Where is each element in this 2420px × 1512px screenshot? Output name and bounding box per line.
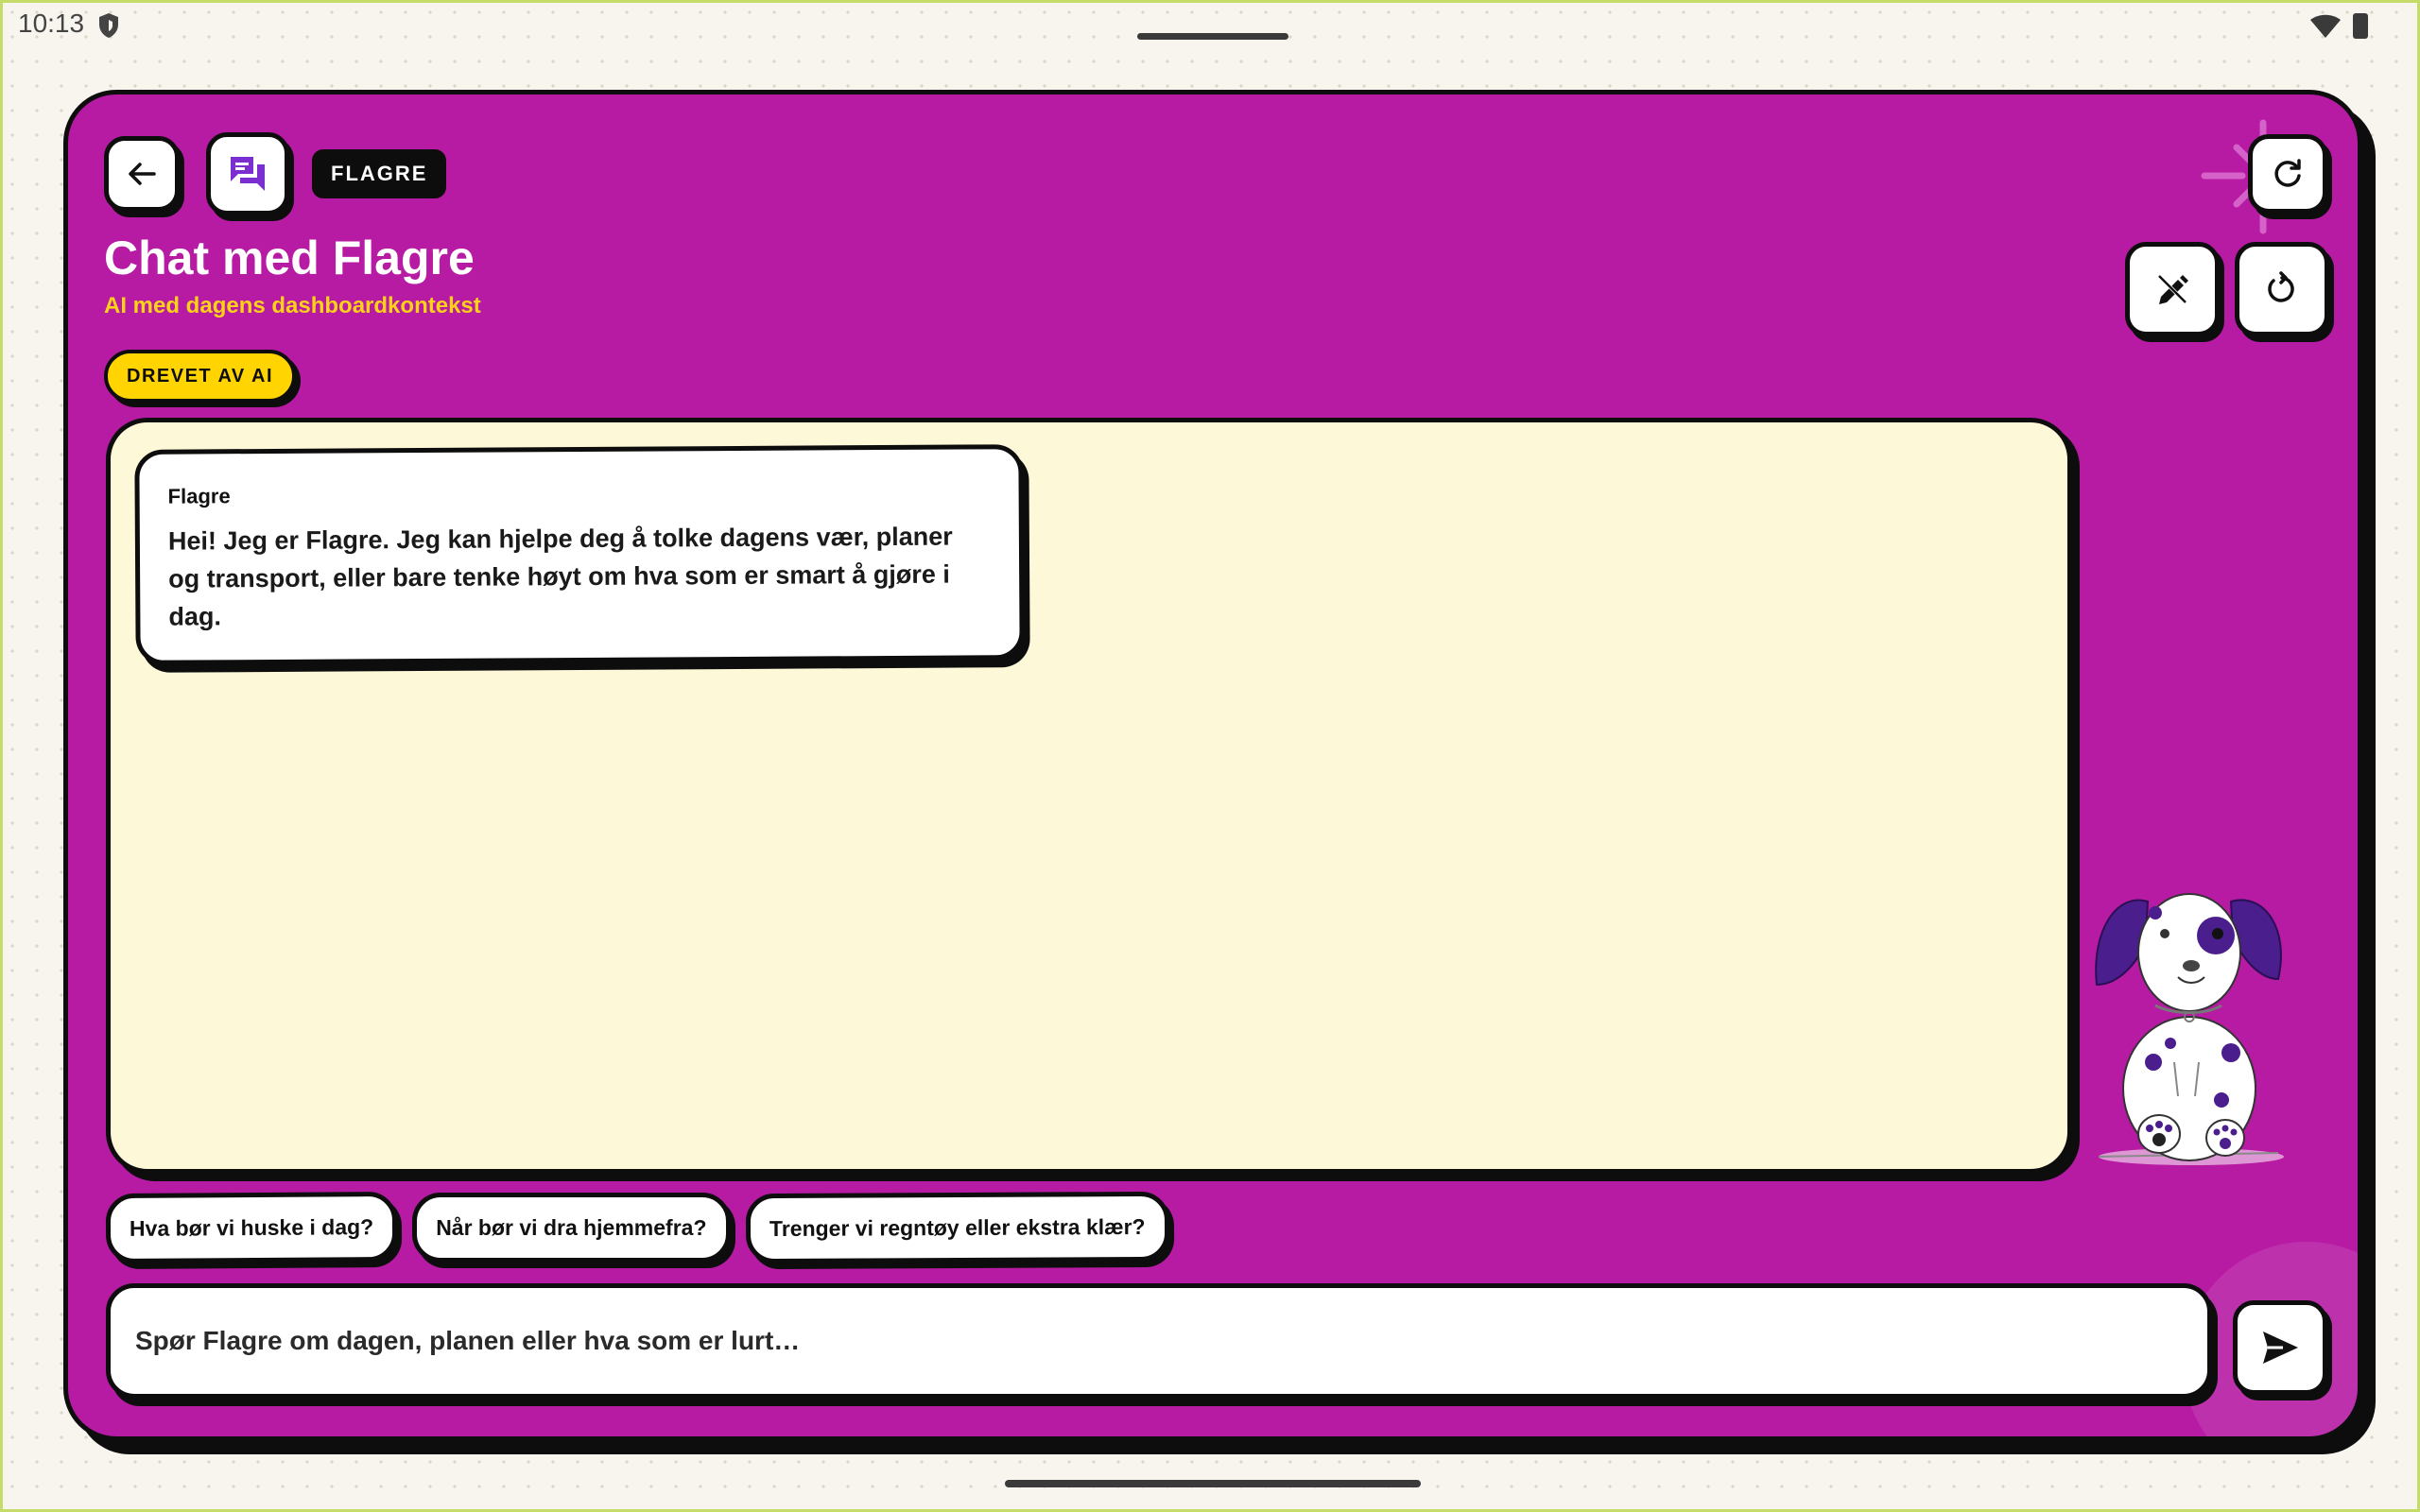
page-subtitle: AI med dagens dashboardkontekst bbox=[104, 293, 481, 318]
chat-mode-button[interactable] bbox=[206, 132, 289, 215]
send-icon bbox=[2263, 1332, 2298, 1364]
message-input-box[interactable] bbox=[106, 1283, 2212, 1399]
dog-mascot-image bbox=[2095, 893, 2284, 1165]
status-bar: 10:13 bbox=[3, 3, 2420, 48]
suggestion-chip[interactable]: Hva bør vi huske i dag? bbox=[105, 1191, 398, 1264]
refresh-button[interactable] bbox=[2248, 134, 2327, 214]
page-title: Chat med Flagre bbox=[104, 232, 475, 284]
message-bubble: Flagre Hei! Jeg er Flagre. Jeg kan hjelp… bbox=[134, 444, 1025, 665]
suggestion-chip[interactable]: Når bør vi dra hjemmefra? bbox=[412, 1193, 731, 1263]
status-notch bbox=[1137, 33, 1288, 40]
send-button[interactable] bbox=[2233, 1300, 2327, 1395]
message-text: Hei! Jeg er Flagre. Jeg kan hjelpe deg å… bbox=[167, 522, 953, 631]
reset-chat-button[interactable] bbox=[2235, 242, 2329, 336]
ai-badge: DREVET AV AI bbox=[104, 350, 297, 403]
reset-icon bbox=[2268, 271, 2294, 302]
edit-pencil-icon bbox=[2156, 273, 2188, 305]
chat-messages-area[interactable]: Flagre Hei! Jeg er Flagre. Jeg kan hjelp… bbox=[106, 418, 2072, 1174]
refresh-icon bbox=[2274, 159, 2301, 187]
chat-card: FLAGRE Chat med Flagre AI med dagens das… bbox=[63, 90, 2362, 1441]
suggestion-chips: Hva bør vi huske i dag? Når bør vi dra h… bbox=[105, 1191, 1169, 1264]
shield-icon bbox=[99, 13, 118, 38]
status-time: 10:13 bbox=[18, 9, 85, 38]
message-sender: Flagre bbox=[167, 484, 231, 508]
back-button[interactable] bbox=[104, 136, 180, 212]
chat-bubbles-icon bbox=[231, 157, 265, 191]
navigation-handle[interactable] bbox=[1005, 1480, 1421, 1487]
flagre-tag: FLAGRE bbox=[312, 149, 447, 198]
suggestion-chip[interactable]: Trenger vi regntøy eller ekstra klær? bbox=[745, 1191, 1169, 1264]
edit-button[interactable] bbox=[2125, 242, 2220, 336]
arrow-left-icon bbox=[129, 163, 156, 185]
battery-icon bbox=[2353, 13, 2368, 39]
message-input[interactable] bbox=[133, 1325, 2207, 1357]
wifi-icon bbox=[2310, 14, 2341, 38]
